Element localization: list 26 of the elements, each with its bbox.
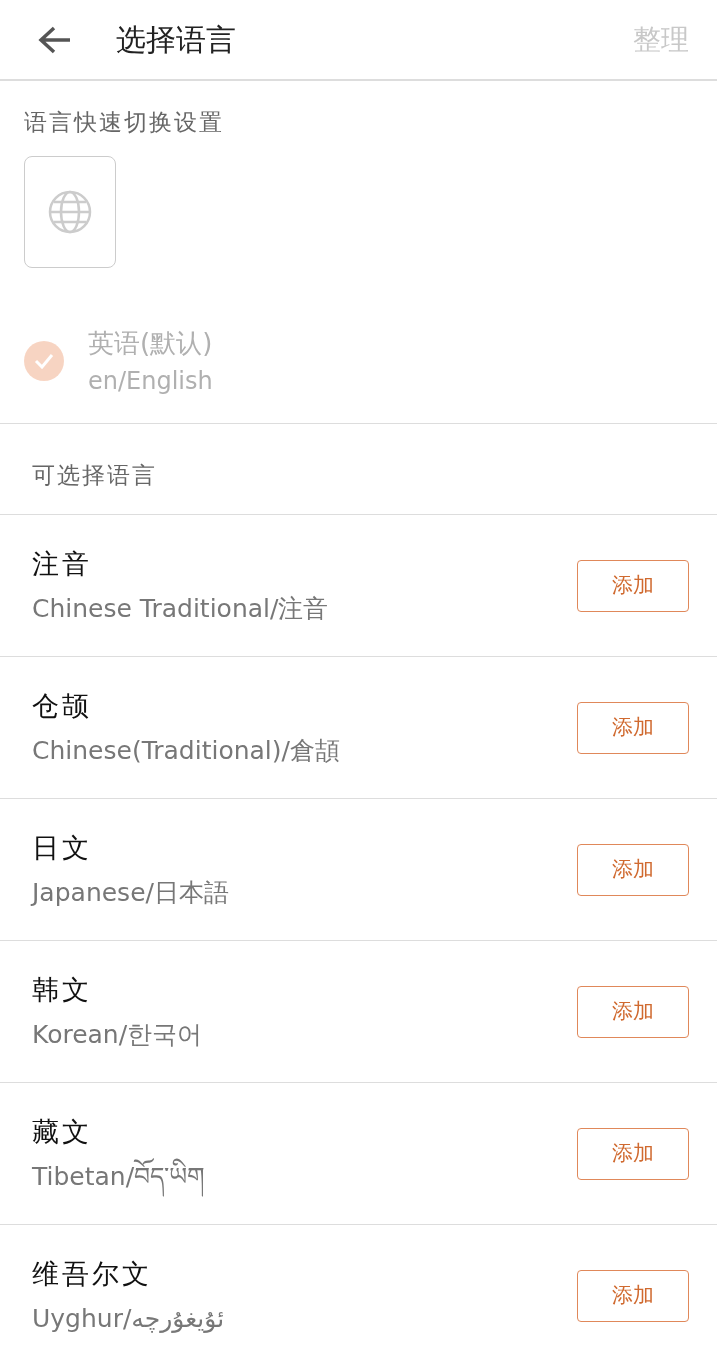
language-code: en/English xyxy=(88,365,213,397)
globe-tile[interactable] xyxy=(24,155,116,268)
add-button[interactable]: 添加 xyxy=(577,559,689,612)
language-subtitle: Korean/한국어 xyxy=(32,1019,204,1051)
language-subtitle: Uyghur/ئۇيغۇرچە xyxy=(32,1303,226,1335)
language-name: 藏文 xyxy=(32,1114,93,1149)
add-button[interactable]: 添加 xyxy=(577,1269,689,1322)
language-name: 日文 xyxy=(32,830,93,865)
back-icon[interactable] xyxy=(38,24,72,55)
add-button[interactable]: 添加 xyxy=(577,843,689,896)
language-subtitle: Chinese Traditional/注音 xyxy=(32,593,330,625)
page-title: 选择语言 xyxy=(116,21,236,59)
add-button[interactable]: 添加 xyxy=(577,1127,689,1180)
language-subtitle: Japanese/日本語 xyxy=(32,877,230,909)
language-name: 维吾尔文 xyxy=(32,1256,153,1291)
language-name: 英语(默认) xyxy=(88,326,213,360)
language-name: 仓颉 xyxy=(32,688,93,723)
section-heading: 可选择语言 xyxy=(31,460,158,490)
language-name: 注音 xyxy=(32,546,93,581)
language-subtitle: Tibetan/བོད་ཡིག xyxy=(32,1158,577,1196)
section-heading: 语言快速切换设置 xyxy=(24,108,225,137)
globe-icon xyxy=(47,188,93,235)
add-button[interactable]: 添加 xyxy=(577,985,689,1038)
add-button[interactable]: 添加 xyxy=(577,701,689,754)
language-subtitle: Chinese(Traditional)/倉頡 xyxy=(32,735,341,767)
language-name: 韩文 xyxy=(32,972,93,1007)
